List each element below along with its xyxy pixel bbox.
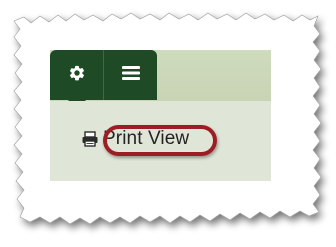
top-toolbar: [50, 50, 271, 109]
printer-icon: [80, 129, 100, 149]
menu-item-label: Print View: [103, 128, 190, 149]
gear-icon: [68, 64, 86, 87]
settings-dropdown: Print View: [50, 101, 271, 181]
menu-tab[interactable]: [104, 50, 157, 100]
menu-item-print-view[interactable]: Print View: [80, 125, 189, 153]
app-screenshot: Print View: [50, 50, 271, 181]
settings-tab[interactable]: [50, 50, 103, 100]
hamburger-menu-icon: [121, 65, 140, 86]
